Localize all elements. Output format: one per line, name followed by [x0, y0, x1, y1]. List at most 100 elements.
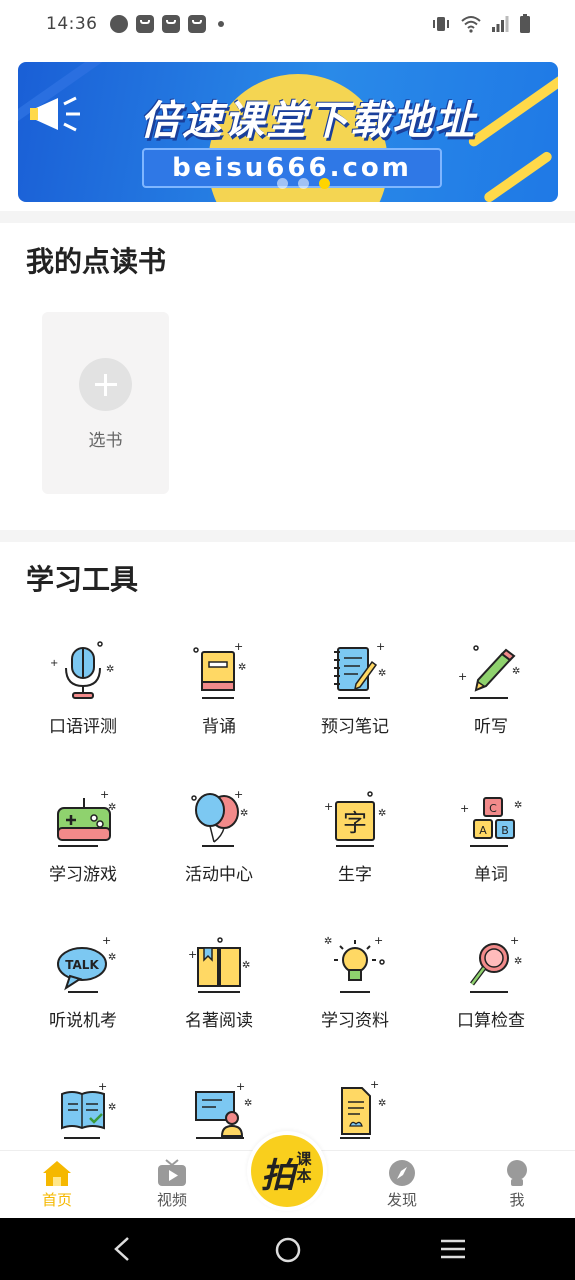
- signal-icon: [492, 16, 509, 32]
- tool-label: 生字: [338, 865, 372, 885]
- svg-text:✲: ✲: [244, 1098, 252, 1109]
- nav-home-label: 首页: [41, 1191, 72, 1209]
- compass-icon: [389, 1160, 415, 1186]
- my-books-title: 我的点读书: [26, 245, 167, 278]
- svg-text:+: +: [234, 640, 243, 653]
- tool-dictation[interactable]: + ✲ 听写: [423, 640, 559, 737]
- svg-text:A: A: [479, 824, 487, 837]
- nav-home[interactable]: 首页: [17, 1159, 97, 1210]
- svg-text:B: B: [501, 824, 509, 837]
- book-check-icon: + ✲: [61, 1080, 116, 1139]
- tool-oral-assessment[interactable]: ✲ + 口语评测: [15, 640, 151, 737]
- back-icon[interactable]: [110, 1236, 134, 1262]
- svg-text:✲: ✲: [514, 956, 522, 967]
- nav-me[interactable]: 我: [477, 1159, 557, 1210]
- svg-text:+: +: [98, 1080, 107, 1093]
- svg-text:✲: ✲: [238, 662, 246, 673]
- recents-menu-icon[interactable]: [439, 1238, 467, 1260]
- tool-label: 口语评测: [49, 717, 117, 737]
- svg-text:+: +: [234, 788, 243, 801]
- svg-text:C: C: [489, 802, 497, 815]
- tool-words[interactable]: C A B + ✲ 单词: [423, 788, 559, 885]
- shopping-bag-icon: [135, 15, 154, 33]
- open-book-icon: + ✲: [188, 937, 250, 993]
- tool-label: 名著阅读: [185, 1011, 253, 1031]
- tool-new-characters[interactable]: 字 + ✲ 生字: [287, 788, 423, 885]
- tool-document[interactable]: + ✲: [287, 1080, 423, 1142]
- tool-mental-math-check[interactable]: + ✲ 口算检查: [423, 934, 559, 1031]
- shopping-bag-icon: [187, 15, 206, 33]
- banner-pagination: [18, 178, 558, 189]
- study-tools-title: 学习工具: [26, 563, 139, 596]
- lightbulb-icon: + ✲: [324, 934, 385, 993]
- svg-text:+: +: [458, 670, 467, 683]
- nav-discover[interactable]: 发现: [362, 1159, 442, 1210]
- book-icon: + ✲: [193, 640, 246, 699]
- nav-center-small-text: 课本: [296, 1150, 312, 1185]
- megaphone-icon: [30, 96, 80, 132]
- nav-center-big-text: 拍: [261, 1156, 295, 1196]
- teacher-board-icon: + ✲: [195, 1080, 252, 1139]
- tool-recite[interactable]: + ✲ 背诵: [151, 640, 287, 737]
- wifi-icon: [461, 16, 481, 33]
- tool-classics-reading[interactable]: + ✲ 名著阅读: [151, 934, 287, 1031]
- balloons-icon: + ✲: [191, 788, 248, 847]
- add-book-button[interactable]: 选书: [42, 312, 169, 494]
- tool-label: 活动中心: [185, 865, 253, 885]
- banner-title: 倍速课堂下载地址: [140, 98, 476, 144]
- character-card-icon: 字 + ✲: [324, 791, 386, 847]
- svg-text:✲: ✲: [512, 666, 520, 677]
- tool-study-games[interactable]: + ✲ 学习游戏: [15, 788, 151, 885]
- nav-video[interactable]: 视频: [132, 1159, 212, 1210]
- gamepad-icon: + ✲: [57, 788, 116, 847]
- svg-text:+: +: [460, 802, 469, 815]
- nav-me-label: 我: [509, 1191, 525, 1209]
- svg-text:+: +: [50, 658, 58, 669]
- shopping-bag-icon: [161, 15, 180, 33]
- svg-text:+: +: [370, 1080, 379, 1091]
- tool-label: 背诵: [202, 717, 236, 737]
- svg-text:✲: ✲: [514, 800, 522, 811]
- tool-label: 听写: [474, 717, 508, 737]
- pagination-dot[interactable]: [297, 178, 309, 189]
- svg-text:✲: ✲: [240, 808, 248, 819]
- tool-label: 单词: [474, 865, 508, 885]
- battery-icon: [520, 14, 530, 33]
- svg-text:+: +: [236, 1080, 245, 1093]
- tool-label: 学习游戏: [49, 865, 117, 885]
- svg-text:✲: ✲: [324, 936, 332, 947]
- home-circle-icon[interactable]: [274, 1236, 302, 1264]
- plus-icon: [79, 358, 132, 411]
- tool-preview-notes[interactable]: + ✲ 预习笔记: [287, 640, 423, 737]
- svg-text:✲: ✲: [108, 952, 116, 963]
- speedometer-icon: [109, 15, 128, 33]
- tool-listening-speaking-test[interactable]: TALK + ✲ 听说机考: [15, 934, 151, 1031]
- pencil-icon: + ✲: [458, 645, 520, 699]
- svg-text:+: +: [188, 948, 197, 961]
- nav-scan-textbook-button[interactable]: 拍 课本: [247, 1131, 327, 1211]
- nav-discover-label: 发现: [386, 1191, 417, 1209]
- system-navigation-bar: [0, 1218, 575, 1280]
- pagination-dot-active[interactable]: [318, 178, 330, 189]
- tool-label: 听说机考: [49, 1011, 117, 1031]
- tool-activity-center[interactable]: + ✲ 活动中心: [151, 788, 287, 885]
- svg-text:✲: ✲: [108, 1102, 116, 1113]
- tool-label: 预习笔记: [321, 717, 389, 737]
- nav-video-label: 视频: [156, 1191, 187, 1209]
- tool-book-check[interactable]: + ✲: [15, 1080, 151, 1142]
- notification-dot-icon: [217, 21, 224, 27]
- svg-text:✲: ✲: [378, 808, 386, 819]
- svg-text:✲: ✲: [378, 668, 386, 679]
- abc-blocks-icon: C A B + ✲: [460, 797, 522, 847]
- svg-text:+: +: [510, 934, 519, 947]
- tool-teacher-board[interactable]: + ✲: [151, 1080, 287, 1142]
- bottom-nav: 首页 视频 拍 课本 发现 我: [0, 1131, 575, 1218]
- pagination-dot[interactable]: [276, 178, 288, 189]
- tool-label: 学习资料: [321, 1011, 389, 1031]
- tool-study-materials[interactable]: + ✲ 学习资料: [287, 934, 423, 1031]
- svg-text:+: +: [102, 934, 111, 947]
- promo-banner[interactable]: 倍速课堂下载地址 beisu666.com: [18, 62, 558, 202]
- magnifier-icon: + ✲: [470, 934, 522, 993]
- svg-text:✲: ✲: [242, 960, 250, 971]
- vibrate-icon: [433, 17, 449, 31]
